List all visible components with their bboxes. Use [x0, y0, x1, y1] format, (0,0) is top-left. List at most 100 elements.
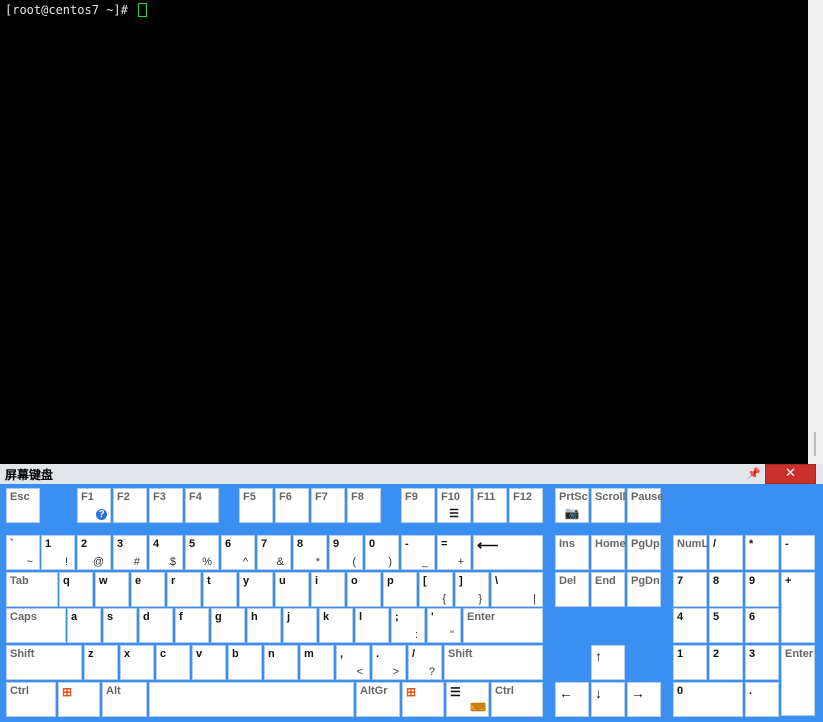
- key-8[interactable]: 8 *: [293, 535, 327, 570]
- key-4[interactable]: 4 $: [149, 535, 183, 570]
- key-p[interactable]: p: [383, 572, 417, 607]
- key-y[interactable]: y: [239, 572, 273, 607]
- key-numpad-multiply[interactable]: *: [745, 535, 779, 570]
- key-c[interactable]: c: [156, 645, 190, 680]
- key-z[interactable]: z: [84, 645, 118, 680]
- key-enter[interactable]: Enter: [463, 608, 543, 643]
- key-h[interactable]: h: [247, 608, 281, 643]
- key-f1[interactable]: F1?: [77, 488, 111, 523]
- key-left-alt[interactable]: Alt: [102, 682, 147, 717]
- key-right-ctrl[interactable]: Ctrl: [491, 682, 543, 717]
- key-0[interactable]: 0): [365, 535, 399, 570]
- key-numpad-9[interactable]: 9: [745, 572, 779, 607]
- key-right-bracket[interactable]: ]}: [455, 572, 489, 607]
- key-arrow-right[interactable]: →: [627, 682, 661, 717]
- key-f3[interactable]: F3: [149, 488, 183, 523]
- key-7[interactable]: 7 &: [257, 535, 291, 570]
- key-left-windows[interactable]: ⊞: [58, 682, 100, 717]
- pin-icon[interactable]: 📌: [746, 466, 762, 482]
- key-m[interactable]: m: [300, 645, 334, 680]
- key-scroll[interactable]: Scroll: [591, 488, 626, 523]
- key-k[interactable]: k: [319, 608, 353, 643]
- key-arrow-down[interactable]: ↓: [591, 682, 625, 717]
- key-prtsc[interactable]: PrtSc 📷: [555, 488, 589, 523]
- key-b[interactable]: b: [228, 645, 262, 680]
- key-g[interactable]: g: [211, 608, 245, 643]
- key-numpad-1[interactable]: 1: [673, 645, 707, 680]
- key-grave[interactable]: ` ~: [6, 535, 40, 570]
- key-end[interactable]: End: [591, 572, 625, 607]
- key-numpad-8[interactable]: 8: [709, 572, 743, 607]
- key-numpad-subtract[interactable]: -: [781, 535, 815, 570]
- key-t[interactable]: t: [203, 572, 237, 607]
- key-f4[interactable]: F4: [185, 488, 219, 523]
- close-icon[interactable]: ✕: [765, 464, 816, 484]
- key-numlock[interactable]: NumL: [673, 535, 708, 570]
- key-slash[interactable]: /?: [408, 645, 442, 680]
- key-arrow-up[interactable]: ↑: [591, 645, 625, 680]
- key-f5[interactable]: F5: [239, 488, 273, 523]
- key-o[interactable]: o: [347, 572, 381, 607]
- key-f11[interactable]: F11: [473, 488, 507, 523]
- key-tab[interactable]: Tab: [6, 572, 58, 607]
- key-d[interactable]: d: [139, 608, 173, 643]
- key-arrow-left[interactable]: ←: [555, 682, 589, 717]
- key-altgr[interactable]: AltGr: [356, 682, 400, 717]
- key-f8[interactable]: F8: [347, 488, 381, 523]
- key-5[interactable]: 5%: [185, 535, 219, 570]
- key-a[interactable]: a: [67, 608, 101, 643]
- terminal-scrollbar[interactable]: [808, 0, 823, 464]
- key-j[interactable]: j: [283, 608, 317, 643]
- key-ins[interactable]: Ins: [555, 535, 589, 570]
- key-del[interactable]: Del: [555, 572, 589, 607]
- key-right-shift[interactable]: Shift: [444, 645, 543, 680]
- terminal-window[interactable]: [root@centos7 ~]#: [0, 0, 808, 464]
- key-left-ctrl[interactable]: Ctrl: [6, 682, 56, 717]
- key-e[interactable]: e: [131, 572, 165, 607]
- key-right-windows[interactable]: ⊞: [402, 682, 444, 717]
- key-f12[interactable]: F12: [509, 488, 543, 523]
- key-v[interactable]: v: [192, 645, 226, 680]
- key-left-shift[interactable]: Shift: [6, 645, 82, 680]
- key-q[interactable]: q: [59, 572, 93, 607]
- key-numpad-4[interactable]: 4: [673, 608, 707, 643]
- key-numpad-2[interactable]: 2: [709, 645, 743, 680]
- osk-title-bar[interactable]: 屏幕键盘 📌 ✕: [0, 464, 823, 484]
- key-numpad-divide[interactable]: /: [709, 535, 743, 570]
- key-f10[interactable]: F10 ☰: [437, 488, 471, 523]
- key-f2[interactable]: F2: [113, 488, 147, 523]
- key-backspace[interactable]: ⟵: [473, 535, 543, 570]
- key-l[interactable]: l: [355, 608, 389, 643]
- key-pause[interactable]: Pause: [627, 488, 663, 523]
- key-space[interactable]: [149, 682, 354, 717]
- key-semicolon[interactable]: ;:: [391, 608, 425, 643]
- key-backslash[interactable]: \ |: [491, 572, 543, 607]
- key-w[interactable]: w: [95, 572, 129, 607]
- key-f6[interactable]: F6: [275, 488, 309, 523]
- key-numpad-add[interactable]: +: [781, 572, 815, 643]
- key-pgup[interactable]: PgUp: [627, 535, 661, 570]
- key-numpad-0[interactable]: 0: [673, 682, 743, 717]
- key-left-bracket[interactable]: [{: [419, 572, 453, 607]
- key-quote[interactable]: ' ": [427, 608, 461, 643]
- key-x[interactable]: x: [120, 645, 154, 680]
- key-f9[interactable]: F9: [401, 488, 435, 523]
- key-equal[interactable]: = +: [437, 535, 471, 570]
- key-r[interactable]: r: [167, 572, 201, 607]
- key-minus[interactable]: - _: [401, 535, 435, 570]
- key-u[interactable]: u: [275, 572, 309, 607]
- key-6[interactable]: 6 ^: [221, 535, 255, 570]
- key-numpad-5[interactable]: 5: [709, 608, 743, 643]
- key-n[interactable]: n: [264, 645, 298, 680]
- key-numpad-3[interactable]: 3: [745, 645, 779, 680]
- key-numpad-6[interactable]: 6: [745, 608, 779, 643]
- key-f7[interactable]: F7: [311, 488, 345, 523]
- key-numpad-enter[interactable]: Enter: [781, 645, 815, 716]
- scrollbar-grip[interactable]: [814, 432, 816, 456]
- key-pgdn[interactable]: PgDn: [627, 572, 661, 607]
- key-comma[interactable]: , <: [336, 645, 370, 680]
- key-f[interactable]: f: [175, 608, 209, 643]
- key-home[interactable]: Home: [591, 535, 626, 570]
- key-numpad-7[interactable]: 7: [673, 572, 707, 607]
- key-numpad-decimal[interactable]: .: [745, 682, 779, 717]
